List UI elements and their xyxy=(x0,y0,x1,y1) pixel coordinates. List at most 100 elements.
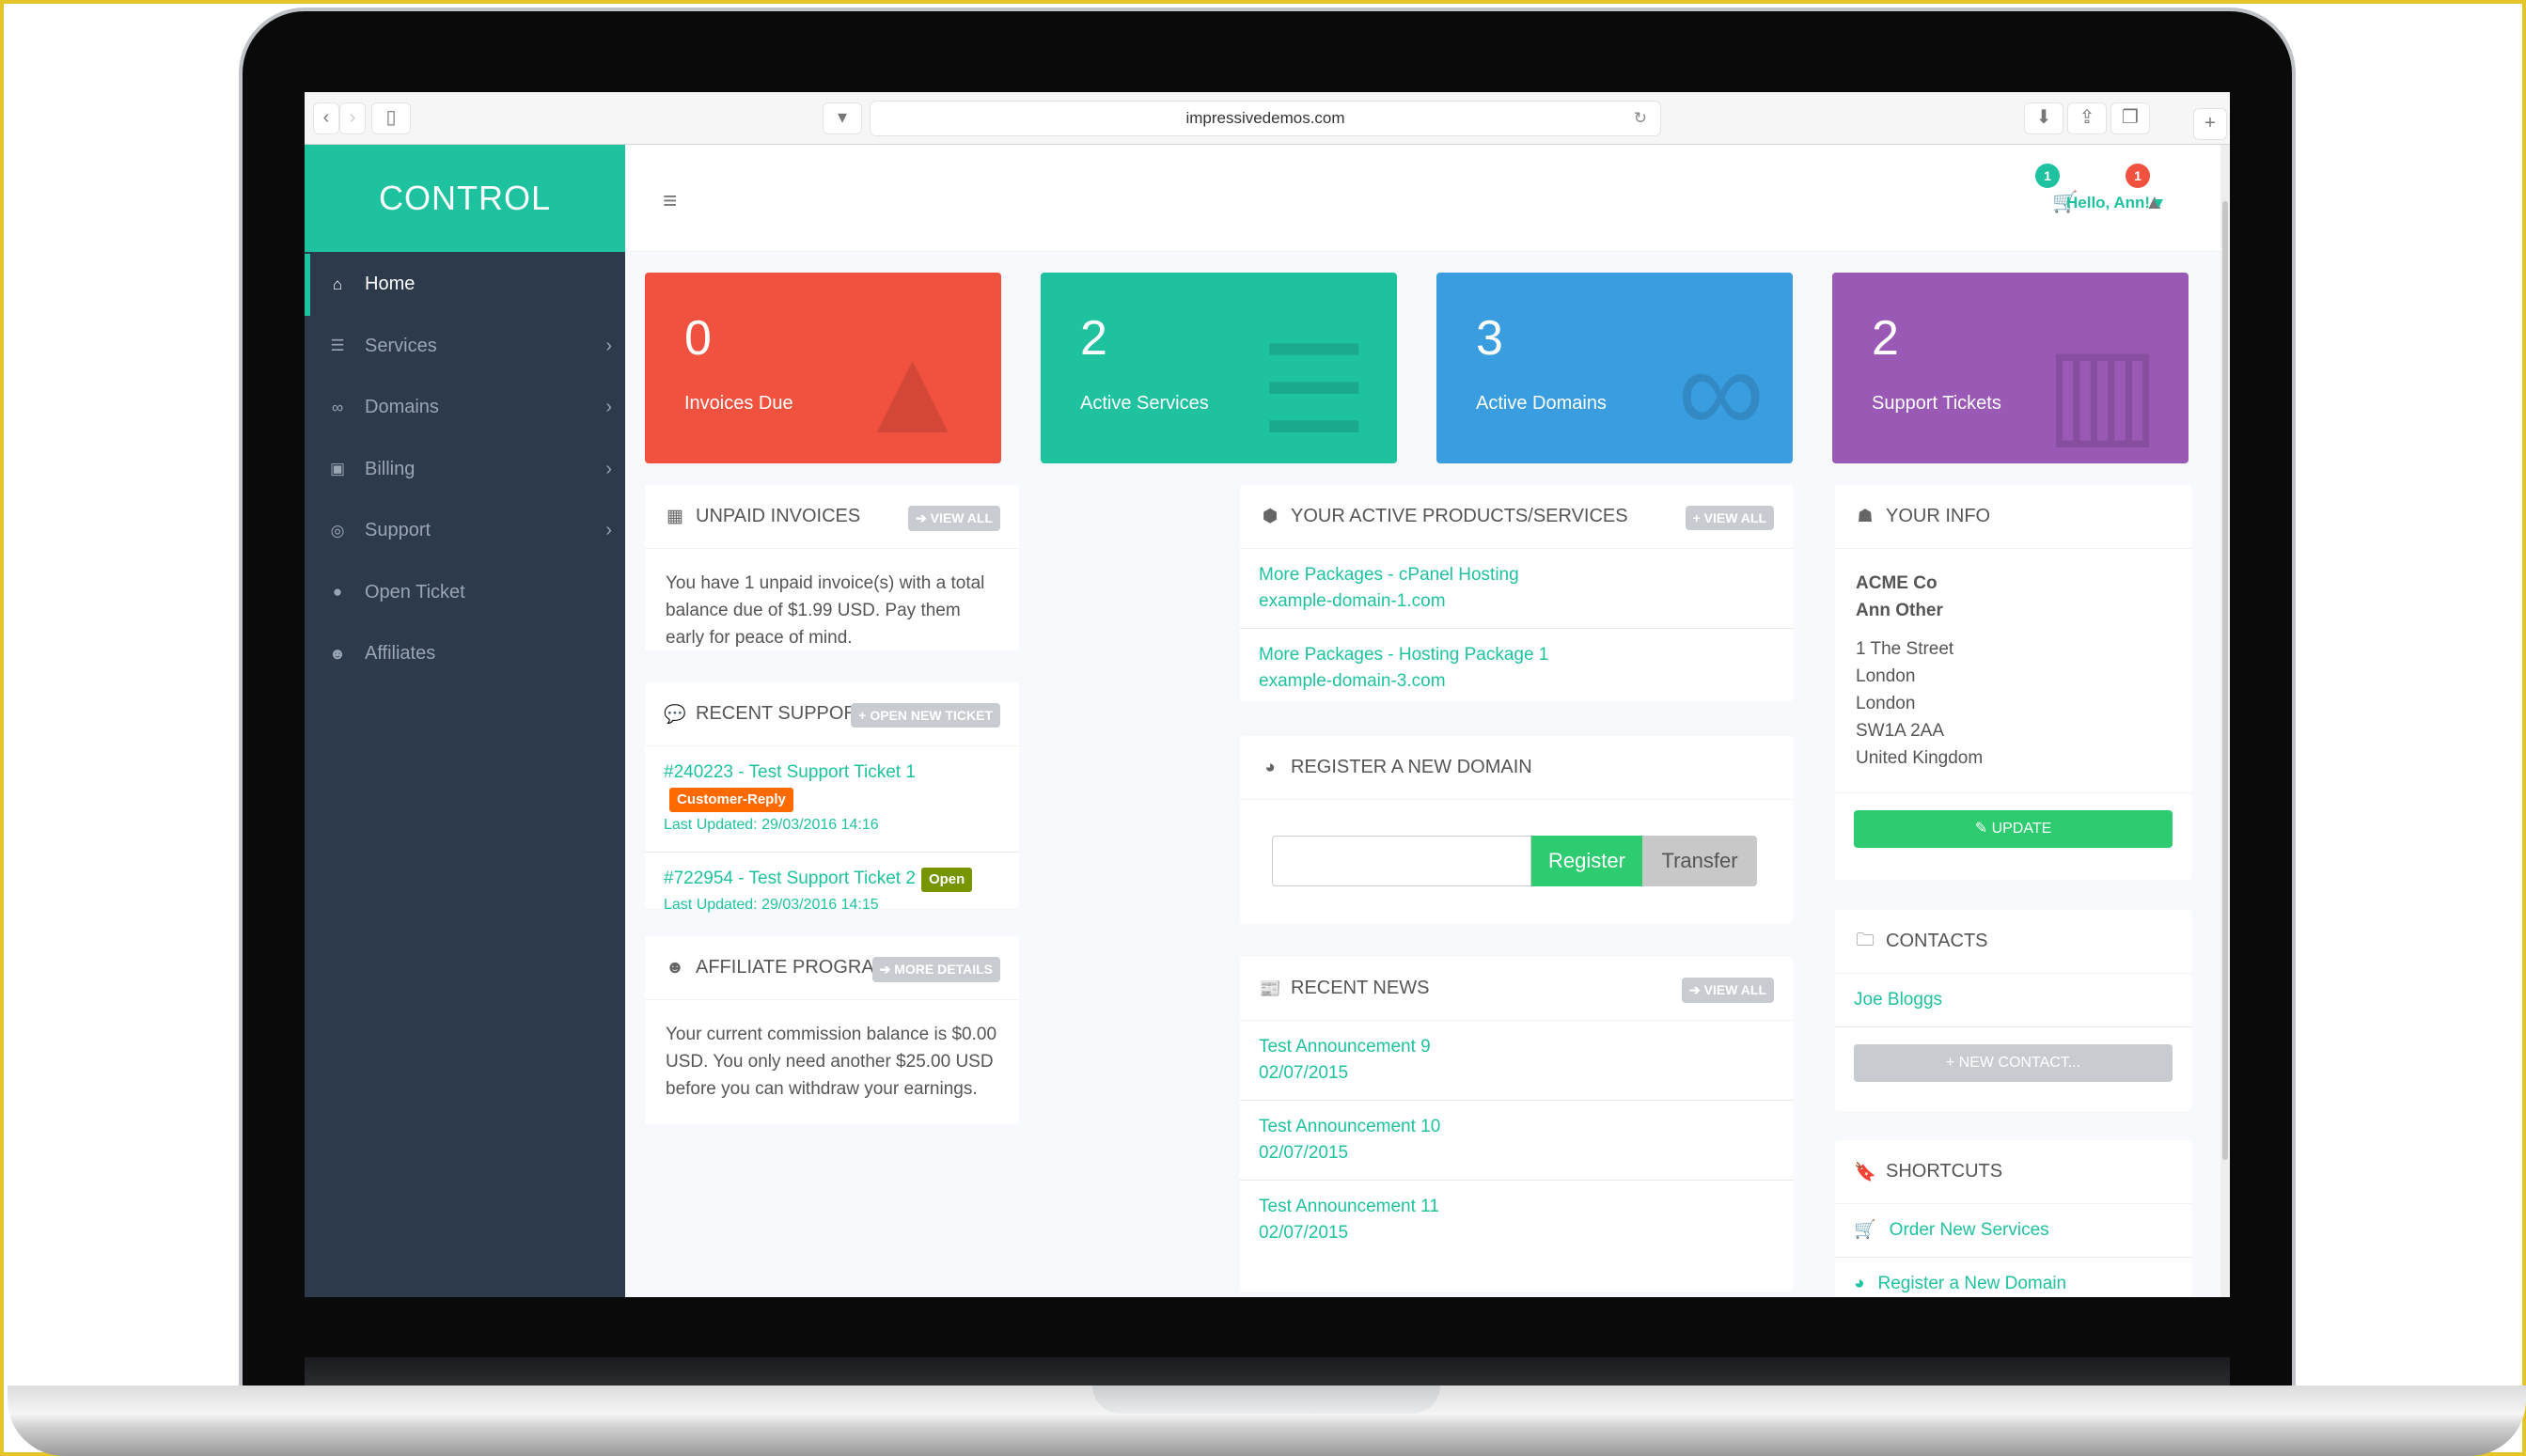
new-tab-button[interactable]: + xyxy=(2194,109,2226,139)
news-link[interactable]: Test Announcement 10 xyxy=(1259,1114,1774,1140)
register-button[interactable]: Register xyxy=(1531,836,1642,886)
panel-title: RECENT NEWS xyxy=(1291,978,1430,998)
domain-search-input[interactable] xyxy=(1272,836,1531,886)
sidebar-item-domains[interactable]: ∞ Domains › xyxy=(305,377,625,439)
stat-card-support-tickets[interactable]: ▥ 2 Support Tickets xyxy=(1832,273,2189,463)
chevron-right-icon: › xyxy=(605,458,612,479)
comments-icon: 💬 xyxy=(664,704,686,725)
pocket-button[interactable]: ▾ xyxy=(824,103,861,133)
tabs-button[interactable]: ❐ xyxy=(2111,103,2149,133)
contact-name: Ann Other xyxy=(1856,601,1943,620)
panel-title: CONTACTS xyxy=(1886,931,1988,951)
bookmark-icon: 🔖 xyxy=(1854,1162,1876,1182)
sidebar-icon: ▯ xyxy=(385,107,397,128)
view-all-products-button[interactable]: + VIEW ALL xyxy=(1685,506,1774,530)
transfer-button[interactable]: Transfer xyxy=(1642,836,1757,886)
home-icon: ⌂ xyxy=(332,274,343,293)
panel-title: UNPAID INVOICES xyxy=(696,506,861,526)
more-details-button[interactable]: ➔ MORE DETAILS xyxy=(871,957,1000,982)
sidebar-item-label: Support xyxy=(365,520,431,541)
money-icon: ▣ xyxy=(329,460,346,478)
reload-icon[interactable]: ↻ xyxy=(1634,102,1647,135)
your-info-panel: ☗ YOUR INFO ACME Co Ann Other 1 The Stree… xyxy=(1835,485,2191,880)
back-button[interactable]: ‹ xyxy=(314,103,338,133)
product-link[interactable]: More Packages - Hosting Package 1 xyxy=(1259,642,1774,668)
tabs-icon: ❐ xyxy=(2122,107,2139,128)
product-link[interactable]: More Packages - cPanel Hosting xyxy=(1259,562,1774,588)
company-name: ACME Co xyxy=(1856,573,1938,593)
shortcut-item[interactable]: ◕ Register a New Domain xyxy=(1835,1258,2191,1297)
sidebar-item-home[interactable]: ⌂ Home xyxy=(305,254,625,316)
menu-toggle-icon[interactable]: ≡ xyxy=(663,186,677,215)
support-tickets-panel: 💬 RECENT SUPPORT TICKETS + OPEN NEW TICKET… xyxy=(645,682,1019,913)
page-scrollbar[interactable] xyxy=(2220,145,2230,1297)
laptop-bezel-bottom xyxy=(305,1357,2230,1386)
scrollbar-thumb[interactable] xyxy=(2222,201,2228,1160)
news-row: Test Announcement 11 02/07/2015 xyxy=(1240,1181,1793,1260)
stat-value: 0 xyxy=(684,311,712,366)
open-new-ticket-button[interactable]: + OPEN NEW TICKET xyxy=(851,703,1000,728)
cube-icon: ⬢ xyxy=(1262,507,1279,526)
address-bar[interactable]: impressivedemos.com ↻ xyxy=(871,102,1660,135)
affiliate-text: Your current commission balance is $0.00… xyxy=(666,1025,997,1099)
new-contact-button[interactable]: + NEW CONTACT... xyxy=(1854,1044,2173,1082)
sidebar-item-services[interactable]: ☰ Services › xyxy=(305,316,625,378)
ticket-link[interactable]: #722954 - Test Support Ticket 2 xyxy=(664,869,916,888)
caret-down-icon: ▾ xyxy=(2154,194,2163,211)
view-all-news-button[interactable]: ➔ VIEW ALL xyxy=(1682,978,1774,1003)
contact-link[interactable]: Joe Bloggs xyxy=(1854,990,1942,1010)
address-line: 1 The Street xyxy=(1856,639,1954,659)
product-domain[interactable]: example-domain-3.com xyxy=(1259,668,1774,695)
sidebar-toggle-button[interactable]: ▯ xyxy=(372,103,410,133)
address-line: SW1A 2AA xyxy=(1856,721,1944,741)
update-button[interactable]: ✎ UPDATE xyxy=(1854,810,2173,848)
sidebar-item-label: Affiliates xyxy=(365,643,436,665)
server-icon: ☰ xyxy=(330,337,345,355)
link-icon: ∞ xyxy=(1677,321,1765,459)
sidebar-item-label: Home xyxy=(365,274,416,295)
register-domain-panel: ◕ REGISTER A NEW DOMAIN Register Transfer xyxy=(1240,736,1793,924)
panel-title: REGISTER A NEW DOMAIN xyxy=(1291,757,1532,777)
ticket-row: #722954 - Test Support Ticket 2 Open Last … xyxy=(645,853,1019,932)
back-icon: ‹ xyxy=(322,107,330,128)
product-row: More Packages - cPanel Hosting example-do… xyxy=(1240,549,1793,629)
stat-card-active-services[interactable]: ☰ 2 Active Services xyxy=(1041,273,1397,463)
news-link[interactable]: Test Announcement 11 xyxy=(1259,1194,1774,1220)
mockup-frame: ‹ › ▯ ▾ impressivedemos.com ↻ ⬇ ⇪ ❐ + CON… xyxy=(0,0,2526,1456)
brand-logo[interactable]: CONTROL xyxy=(305,145,625,252)
inbox-icon: ▥ xyxy=(2045,321,2160,459)
news-link[interactable]: Test Announcement 9 xyxy=(1259,1034,1774,1060)
browser-window: ‹ › ▯ ▾ impressivedemos.com ↻ ⬇ ⇪ ❐ + CON… xyxy=(305,92,2230,1297)
sidebar-item-billing[interactable]: ▣ Billing › xyxy=(305,439,625,501)
view-all-invoices-button[interactable]: ➔ VIEW ALL xyxy=(908,506,1000,531)
ticket-row: #240223 - Test Support Ticket 1 Customer-… xyxy=(645,746,1019,853)
product-domain[interactable]: example-domain-1.com xyxy=(1259,588,1774,615)
user-icon: ☗ xyxy=(1857,507,1874,526)
globe-icon: ◕ xyxy=(1854,1274,1865,1293)
stat-card-active-domains[interactable]: ∞ 3 Active Domains xyxy=(1436,273,1793,463)
shortcut-item[interactable]: 🛒 Order New Services xyxy=(1835,1204,2191,1258)
news-row: Test Announcement 10 02/07/2015 xyxy=(1240,1101,1793,1181)
product-row: More Packages - Hosting Package 1 example… xyxy=(1240,629,1793,708)
downloads-button[interactable]: ⬇ xyxy=(2025,103,2063,133)
sidebar-item-label: Domains xyxy=(365,397,439,418)
shortcuts-panel: 🔖 SHORTCUTS 🛒 Order New Services ◕ Register … xyxy=(1835,1140,2191,1297)
sidebar-item-support[interactable]: ◎ Support › xyxy=(305,500,625,562)
users-icon: ☻ xyxy=(666,957,684,978)
server-icon: ☰ xyxy=(1259,321,1369,459)
stat-card-invoices-due[interactable]: ▲ 0 Invoices Due xyxy=(645,273,1001,463)
calculator-icon: ▦ xyxy=(667,507,683,526)
url-text: impressivedemos.com xyxy=(1185,109,1345,127)
shortcut-label: Register a New Domain xyxy=(1877,1274,2067,1293)
address-line: United Kingdom xyxy=(1856,748,1984,768)
user-menu[interactable]: Hello, Ann! ▾ xyxy=(2066,194,2162,212)
recent-news-panel: 📰 RECENT NEWS ➔ VIEW ALL Test Announcement… xyxy=(1240,957,1793,1292)
active-products-panel: ⬢ YOUR ACTIVE PRODUCTS/SERVICES + VIEW ALL… xyxy=(1240,485,1793,701)
forward-button[interactable]: › xyxy=(340,103,365,133)
globe-icon: ◕ xyxy=(1264,757,1276,777)
ticket-link[interactable]: #240223 - Test Support Ticket 1 xyxy=(664,762,916,782)
share-button[interactable]: ⇪ xyxy=(2068,103,2106,133)
chevron-right-icon: › xyxy=(605,397,612,418)
sidebar-item-affiliates[interactable]: ☻ Affiliates xyxy=(305,623,625,685)
sidebar-item-open-ticket[interactable]: ● Open Ticket xyxy=(305,562,625,624)
